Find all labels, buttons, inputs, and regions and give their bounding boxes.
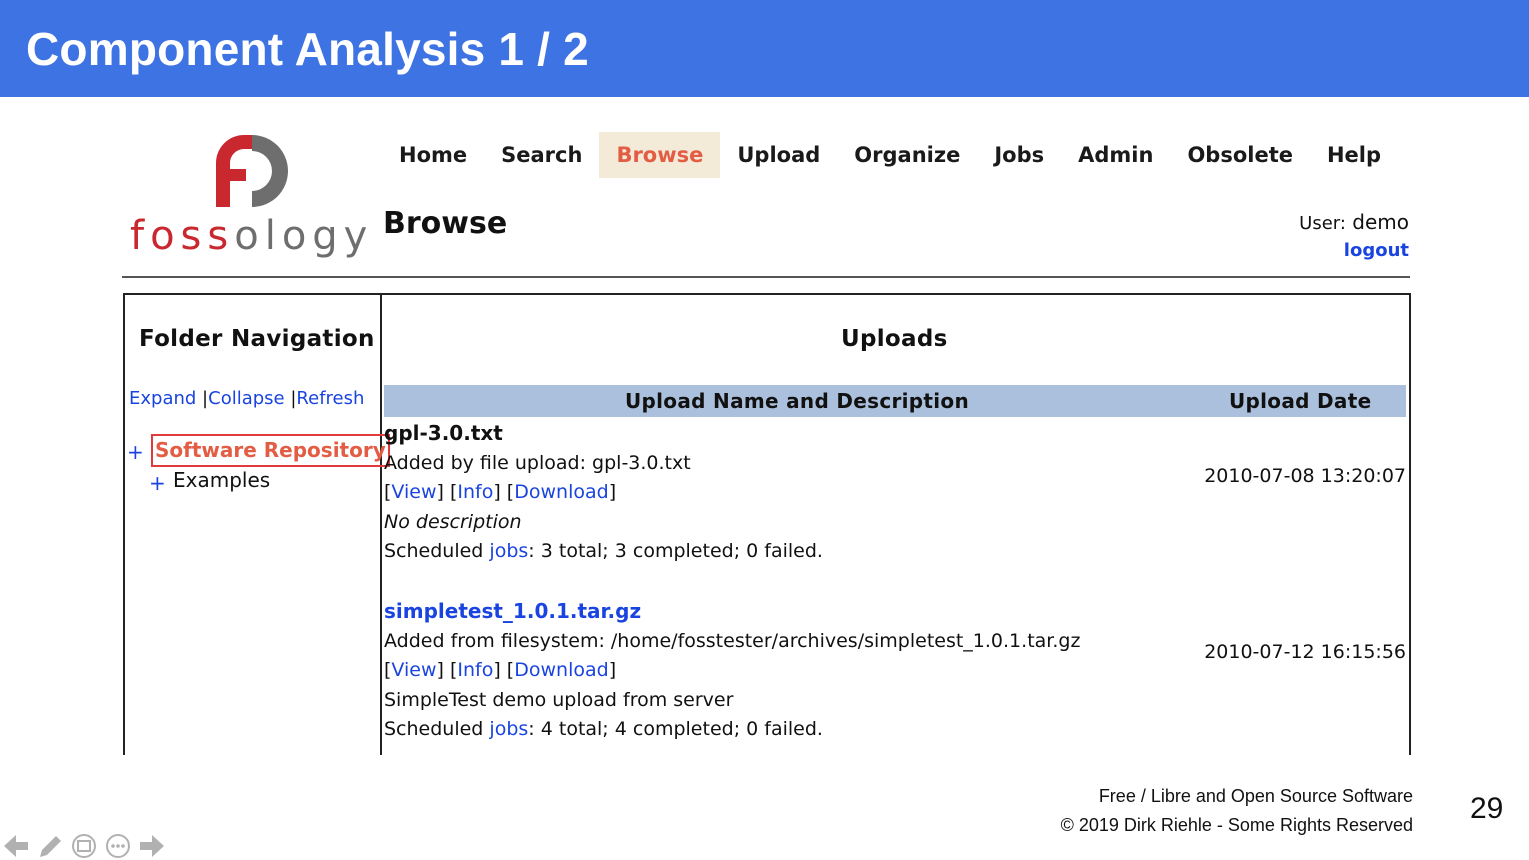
footer-copyright: © 2019 Dirk Riehle - Some Rights Reserve… [1060,815,1413,835]
folder-nav-panel [123,293,381,755]
col-upload-date[interactable]: Upload Date [1229,389,1371,413]
next-arrow-icon[interactable] [138,833,166,859]
logout-link[interactable]: logout [1344,240,1409,261]
upload-date: 2010-07-08 13:20:07 [1204,465,1406,487]
uploads-heading: Uploads [841,326,948,352]
upload-jobs-status: Scheduled jobs: 3 total; 3 completed; 0 … [384,537,1406,567]
nav-admin[interactable]: Admin [1061,132,1170,178]
nav-upload[interactable]: Upload [720,132,837,178]
download-link[interactable]: Download [514,481,608,503]
nav-help[interactable]: Help [1310,132,1398,178]
footer-license: Free / Libre and Open Source Software [1098,786,1413,806]
upload-description: SimpleTest demo upload from server [384,688,734,711]
table-row: gpl-3.0.txt Added by file upload: gpl-3.… [384,419,1406,567]
slides-icon[interactable] [70,833,98,859]
expand-examples-icon[interactable]: + [149,471,166,495]
view-link[interactable]: View [391,481,436,503]
page-number: 29 [1470,792,1504,825]
nav-browse[interactable]: Browse [599,132,721,178]
nav-home[interactable]: Home [382,132,484,178]
pen-icon[interactable] [36,833,64,859]
jobs-summary: : 4 total; 4 completed; 0 failed. [528,718,823,740]
folder-nav-actions: Expand |Collapse |Refresh [129,388,365,409]
scheduled-label: Scheduled [384,718,490,740]
slide-title: Component Analysis 1 / 2 [26,23,589,75]
col-upload-name[interactable]: Upload Name and Description [625,389,969,413]
fossology-logo-icon [216,135,288,207]
user-name: demo [1352,210,1409,234]
fossology-logo[interactable]: fossology [130,133,370,263]
upload-date: 2010-07-12 16:15:56 [1204,641,1406,663]
collapse-link[interactable]: Collapse [208,388,285,409]
user-label: User: [1299,213,1346,234]
refresh-link[interactable]: Refresh [296,388,364,409]
user-info: User: demo [1299,210,1409,234]
uploads-table-header: Upload Name and Description Upload Date [384,385,1406,417]
upload-jobs-status: Scheduled jobs: 4 total; 4 completed; 0 … [384,715,1406,745]
view-link[interactable]: View [391,659,436,681]
slide-header: Component Analysis 1 / 2 [0,0,1529,97]
logo-wordmark-gray: ology [234,213,374,259]
prev-arrow-icon[interactable] [2,833,30,859]
jobs-summary: : 3 total; 3 completed; 0 failed. [528,540,823,562]
scheduled-label: Scheduled [384,540,490,562]
page-title: Browse [383,206,508,241]
logo-wordmark-red: foss [130,213,235,259]
info-link[interactable]: Info [457,659,493,681]
folder-software-repository[interactable]: Software Repository [151,434,390,467]
header-divider [122,276,1410,278]
expand-link[interactable]: Expand [129,388,196,409]
upload-name[interactable]: gpl-3.0.txt [384,419,1406,449]
folder-examples[interactable]: Examples [173,468,270,492]
logo-wordmark: fossology [130,213,373,259]
nav-organize[interactable]: Organize [837,132,977,178]
nav-search[interactable]: Search [484,132,599,178]
main-nav: Home Search Browse Upload Organize Jobs … [382,132,1398,178]
jobs-link[interactable]: jobs [489,540,528,562]
table-row: simpletest_1.0.1.tar.gz Added from files… [384,597,1406,745]
info-link[interactable]: Info [457,481,493,503]
nav-jobs[interactable]: Jobs [977,132,1061,178]
presentation-controls [2,832,166,860]
jobs-link[interactable]: jobs [489,718,528,740]
upload-name[interactable]: simpletest_1.0.1.tar.gz [384,597,1406,627]
upload-description: No description [384,510,522,533]
expand-root-icon[interactable]: + [127,440,144,464]
more-icon[interactable] [104,833,132,859]
folder-nav-heading: Folder Navigation [139,326,375,352]
nav-obsolete[interactable]: Obsolete [1170,132,1310,178]
download-link[interactable]: Download [514,659,608,681]
